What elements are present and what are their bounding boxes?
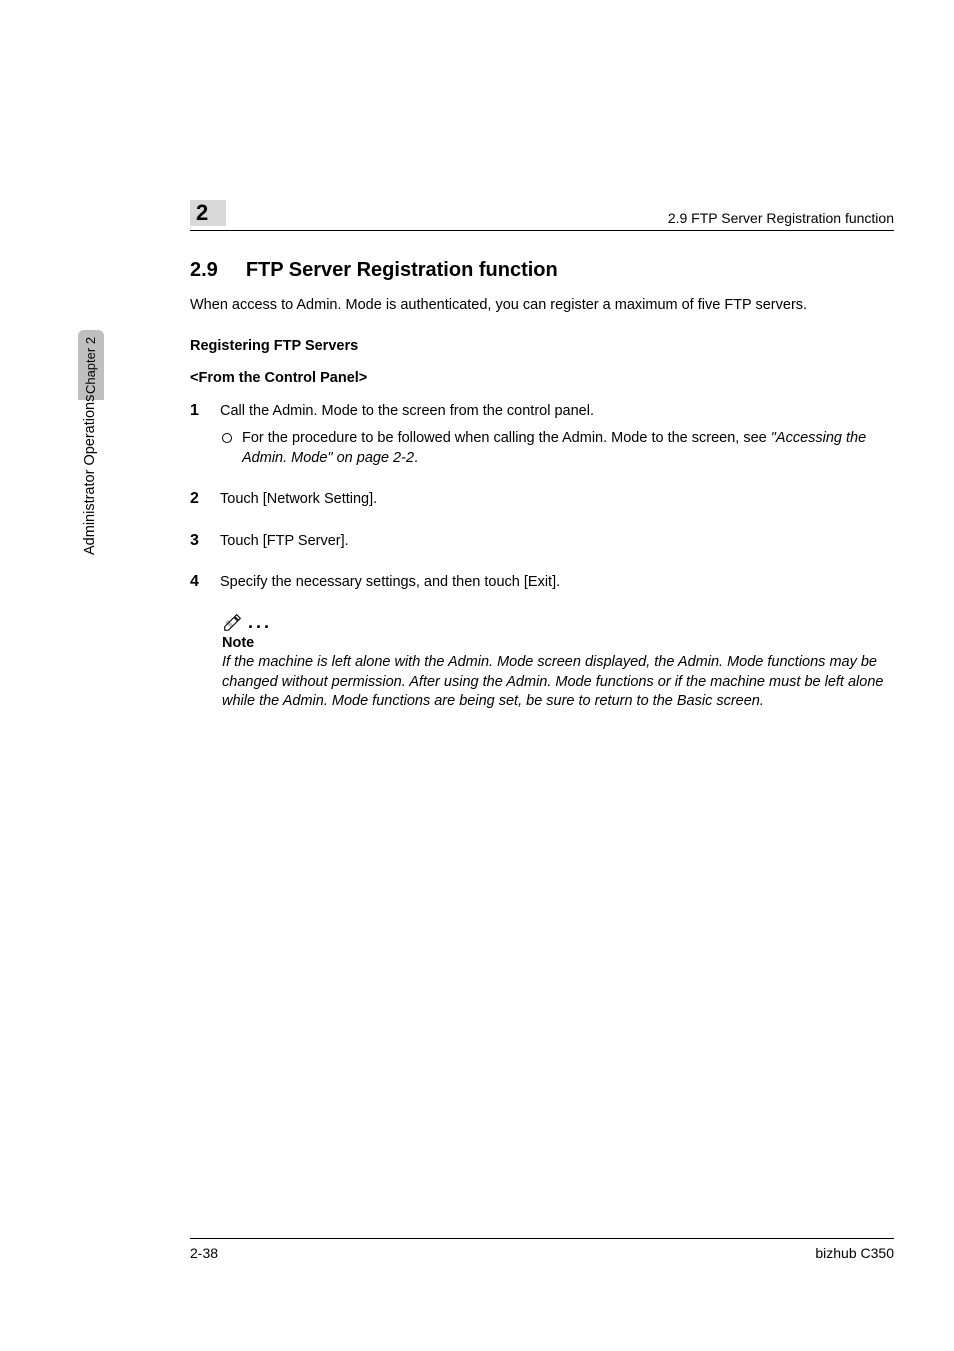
step-number: 3 <box>190 532 204 550</box>
page-footer: 2-38 bizhub C350 <box>190 1238 894 1261</box>
step-2: 2 Touch [Network Setting]. <box>190 490 894 510</box>
step-number: 1 <box>190 402 204 420</box>
intro-paragraph: When access to Admin. Mode is authentica… <box>190 296 894 316</box>
page: Chapter 2 Administrator Operations 2 2.9… <box>0 0 954 1351</box>
footer-product-name: bizhub C350 <box>815 1245 894 1261</box>
footer-page-number: 2-38 <box>190 1245 218 1261</box>
subitem-text: For the procedure to be followed when ca… <box>242 429 894 468</box>
chapter-number: 2 <box>196 200 208 226</box>
header-section-ref: 2.9 FTP Server Registration function <box>668 210 894 226</box>
chapter-tab: Chapter 2 <box>78 330 104 400</box>
step-number: 2 <box>190 490 204 508</box>
note-dots: ... <box>248 613 272 633</box>
bullet-icon <box>222 433 232 443</box>
pencil-icon <box>222 611 244 633</box>
step-3: 3 Touch [FTP Server]. <box>190 532 894 552</box>
subheading-registering: Registering FTP Servers <box>190 338 894 354</box>
section-heading: 2.9 FTP Server Registration function <box>190 259 894 282</box>
subitem-prefix: For the procedure to be followed when ca… <box>242 430 771 446</box>
step-text: Touch [Network Setting]. <box>220 490 894 510</box>
section-number: 2.9 <box>190 259 218 282</box>
chapter-tab-label: Chapter 2 <box>84 336 99 393</box>
step-1: 1 Call the Admin. Mode to the screen fro… <box>190 402 894 422</box>
subitem-suffix: . <box>414 450 418 466</box>
note-block: ... Note If the machine is left alone wi… <box>222 611 894 712</box>
page-header: 2 2.9 FTP Server Registration function <box>190 200 894 231</box>
step-1-subitem: For the procedure to be followed when ca… <box>222 429 894 468</box>
step-4: 4 Specify the necessary settings, and th… <box>190 573 894 593</box>
note-label: Note <box>222 635 894 651</box>
step-number: 4 <box>190 573 204 591</box>
side-vertical-label: Administrator Operations <box>82 395 98 555</box>
chapter-number-box: 2 <box>190 200 226 226</box>
note-icon-row: ... <box>222 611 894 633</box>
step-text: Call the Admin. Mode to the screen from … <box>220 402 894 422</box>
step-text: Specify the necessary settings, and then… <box>220 573 894 593</box>
note-text: If the machine is left alone with the Ad… <box>222 653 894 712</box>
step-text: Touch [FTP Server]. <box>220 532 894 552</box>
section-title-text: FTP Server Registration function <box>246 259 558 282</box>
subheading-control-panel: <From the Control Panel> <box>190 370 894 386</box>
